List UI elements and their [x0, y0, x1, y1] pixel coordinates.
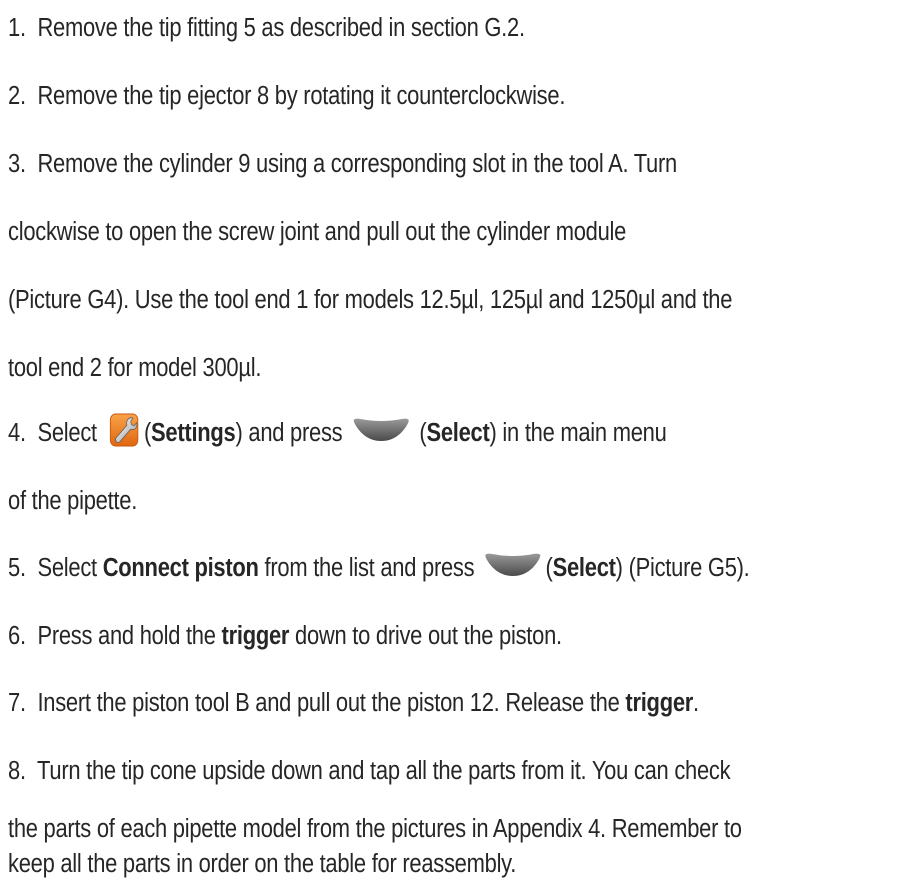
step-2-text: Remove the tip ejector 8 by rotating it … [37, 82, 566, 110]
step-3-text-line-3: (Picture G4). Use the tool end 1 for mod… [8, 286, 733, 314]
step-8-line-1: 8. Turn the tip cone upside down and tap… [8, 751, 731, 791]
select-softkey-icon [352, 415, 410, 441]
step-7-number: 7. [8, 689, 26, 717]
step-5-text-picture: (Picture G5). [628, 554, 750, 582]
step-4-line-2: of the pipette. [8, 481, 137, 521]
step-8-line-2: the parts of each pipette model from the… [8, 809, 742, 849]
step-4-line-1: 4. Select (Settings) and press (Select) … [8, 413, 667, 453]
step-4-text-press: and press [248, 419, 343, 447]
step-6: 6. Press and hold the trigger down to dr… [8, 616, 562, 656]
step-4-number: 4. [8, 419, 26, 447]
step-2-number: 2. [8, 82, 26, 110]
step-4-text-menu: ) in the main menu [489, 419, 667, 447]
settings-wrench-icon [110, 413, 139, 447]
step-3-line-3: (Picture G4). Use the tool end 1 for mod… [8, 280, 732, 320]
step-8-line-3: keep all the parts in order on the table… [8, 844, 516, 884]
step-3-text-line-4: tool end 2 for model 300µl. [8, 354, 262, 382]
step-4-text-select: Select [37, 419, 97, 447]
step-5: 5. Select Connect piston from the list a… [8, 548, 750, 588]
instruction-page: 1. Remove the tip fitting 5 as described… [0, 0, 914, 882]
step-1: 1. Remove the tip fitting 5 as described… [8, 8, 525, 48]
step-4-settings-label: Settings [151, 419, 236, 447]
step-8-text-line-2: the parts of each pipette model from the… [8, 815, 742, 843]
step-3-line-1: 3. Remove the cylinder 9 using a corresp… [8, 144, 677, 184]
step-3-line-2: clockwise to open the screw joint and pu… [8, 212, 626, 252]
select-softkey-icon [484, 550, 542, 576]
step-6-text-1: Press and hold the [37, 622, 216, 650]
step-3-text-line-1: Remove the cylinder 9 using a correspond… [37, 150, 677, 178]
step-7-text-2: . [693, 689, 699, 717]
step-3-line-4: tool end 2 for model 300µl. [8, 348, 261, 388]
step-7: 7. Insert the piston tool B and pull out… [8, 683, 699, 723]
step-8-text-line-3: keep all the parts in order on the table… [8, 850, 517, 878]
step-7-text-1: Insert the piston tool B and pull out th… [37, 689, 620, 717]
step-8-text-line-1: Turn the tip cone upside down and tap al… [37, 757, 731, 785]
step-5-text-press: from the list and press [264, 554, 475, 582]
step-5-text-select: Select [37, 554, 97, 582]
step-3-text-line-2: clockwise to open the screw joint and pu… [8, 218, 627, 246]
step-7-trigger-label: trigger [625, 689, 694, 717]
step-6-trigger-label: trigger [221, 622, 290, 650]
step-3-number: 3. [8, 150, 26, 178]
step-6-text-2: down to drive out the piston. [295, 622, 562, 650]
step-5-select-label: Select [552, 554, 616, 582]
step-5-connect-piston-label: Connect piston [102, 554, 259, 582]
step-1-number: 1. [8, 14, 26, 42]
step-1-text: Remove the tip fitting 5 as described in… [37, 14, 525, 42]
step-4-text-line-2: of the pipette. [8, 487, 138, 515]
step-2: 2. Remove the tip ejector 8 by rotating … [8, 76, 565, 116]
step-6-number: 6. [8, 622, 26, 650]
step-8-number: 8. [8, 757, 26, 785]
step-4-select-label: Select [426, 419, 490, 447]
step-5-number: 5. [8, 554, 26, 582]
